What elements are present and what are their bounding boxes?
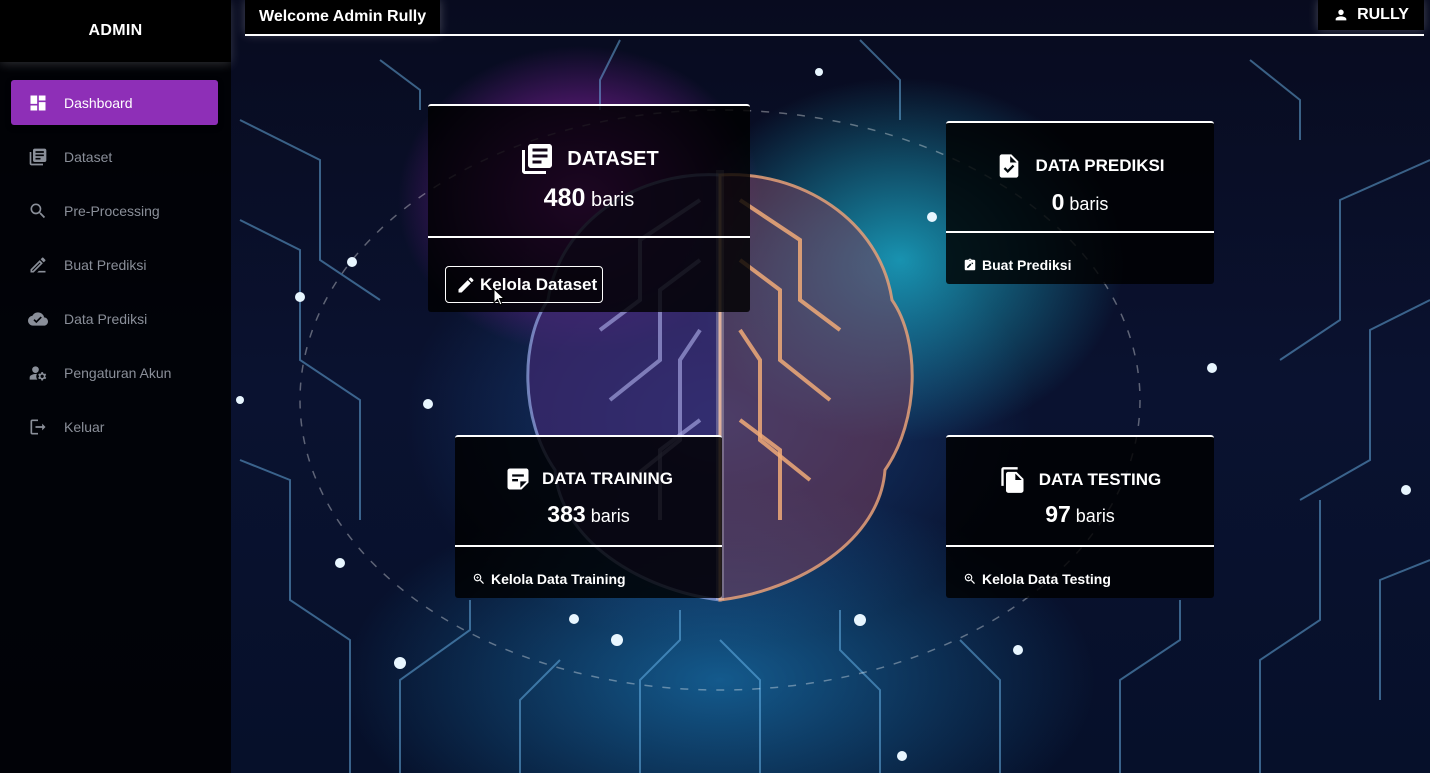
- data-testing-card-count: 97 baris: [946, 501, 1214, 528]
- card-divider: [946, 545, 1214, 547]
- dataset-card-title: DATASET: [567, 147, 659, 170]
- data-training-card-title: DATA TRAINING: [542, 469, 673, 488]
- sidebar-item-keluar[interactable]: Keluar: [11, 404, 218, 449]
- library-books-icon: [522, 144, 553, 174]
- library-books-icon: [29, 148, 47, 165]
- user-menu-button[interactable]: RULLY: [1318, 0, 1424, 30]
- dataset-card: DATASET 480 baris Kelola Dataset: [428, 104, 750, 312]
- data-testing-count-unit: baris: [1075, 506, 1115, 526]
- brand-title: ADMIN: [0, 0, 231, 62]
- data-training-card: DATA TRAINING 383 baris Kelola Data Trai…: [455, 435, 722, 598]
- sidebar: ADMIN Dashboard Dataset Pre-Processing B…: [0, 0, 231, 773]
- zoom-in-icon: [473, 573, 484, 584]
- sidebar-item-pengaturan-akun[interactable]: Pengaturan Akun: [11, 350, 218, 395]
- sidebar-item-buat-prediksi[interactable]: Buat Prediksi: [11, 242, 218, 287]
- data-testing-card-title: DATA TESTING: [1038, 470, 1162, 489]
- sidebar-item-dataset[interactable]: Dataset: [11, 134, 218, 179]
- sidebar-item-label: Dataset: [64, 148, 113, 165]
- kelola-data-training-label: Kelola Data Training: [491, 571, 626, 587]
- edit-pen-icon: [458, 276, 474, 292]
- edit-pen-icon: [30, 257, 46, 272]
- sidebar-item-label: Data Prediksi: [64, 310, 148, 327]
- cloud-done-icon: [28, 311, 48, 326]
- person-icon: [1335, 9, 1347, 21]
- kelola-data-training-link[interactable]: Kelola Data Training: [472, 571, 626, 587]
- header-divider: [245, 34, 1424, 36]
- dashboard-icon: [30, 95, 46, 110]
- zoom-in-icon: [964, 573, 975, 584]
- card-divider: [455, 545, 722, 547]
- dataset-card-count: 480 baris: [428, 184, 750, 213]
- search-icon: [30, 203, 46, 218]
- data-training-count-unit: baris: [590, 506, 630, 526]
- buat-prediksi-label: Buat Prediksi: [982, 257, 1072, 273]
- sidebar-item-label: Keluar: [64, 418, 105, 435]
- sticky-note-icon: [507, 468, 529, 490]
- user-name: RULLY: [1357, 6, 1409, 23]
- logout-icon: [30, 419, 46, 434]
- data-training-count-value: 383: [547, 501, 586, 527]
- sidebar-item-data-prediksi[interactable]: Data Prediksi: [11, 296, 218, 341]
- welcome-message: Welcome Admin Rully: [245, 0, 441, 34]
- data-testing-card: DATA TESTING 97 baris Kelola Data Testin…: [946, 435, 1214, 598]
- mouse-cursor-icon: [493, 288, 505, 306]
- card-divider: [428, 236, 750, 238]
- data-training-card-count: 383 baris: [455, 501, 722, 528]
- data-prediksi-card-title: DATA PREDIKSI: [1035, 156, 1165, 175]
- sidebar-nav: Dashboard Dataset Pre-Processing Buat Pr…: [0, 80, 231, 458]
- data-prediksi-card: DATA PREDIKSI 0 baris Buat Prediksi: [946, 121, 1214, 284]
- dataset-count-unit: baris: [590, 189, 635, 211]
- kelola-dataset-button[interactable]: Kelola Dataset: [445, 266, 603, 303]
- card-divider: [946, 231, 1214, 233]
- buat-prediksi-link[interactable]: Buat Prediksi: [963, 257, 1071, 273]
- sidebar-item-pre-processing[interactable]: Pre-Processing: [11, 188, 218, 233]
- kelola-data-testing-link[interactable]: Kelola Data Testing: [963, 571, 1111, 587]
- sidebar-item-label: Pengaturan Akun: [64, 364, 172, 381]
- data-training-card-header: DATA TRAINING: [455, 465, 722, 493]
- sidebar-item-label: Dashboard: [64, 94, 133, 111]
- data-prediksi-count-value: 0: [1051, 189, 1065, 215]
- sidebar-item-label: Pre-Processing: [64, 202, 160, 219]
- sidebar-item-label: Buat Prediksi: [64, 256, 147, 273]
- sidebar-item-dashboard[interactable]: Dashboard: [11, 80, 218, 125]
- dataset-card-header: DATASET: [428, 141, 750, 177]
- file-copy-icon: [1001, 467, 1024, 493]
- data-prediksi-count-unit: baris: [1069, 194, 1109, 214]
- manage-accounts-icon: [29, 365, 47, 380]
- data-testing-card-header: DATA TESTING: [946, 465, 1214, 495]
- data-testing-count-value: 97: [1045, 501, 1071, 527]
- data-prediksi-card-count: 0 baris: [946, 189, 1214, 216]
- kelola-data-testing-label: Kelola Data Testing: [982, 571, 1111, 587]
- dataset-count-value: 480: [543, 184, 586, 212]
- data-prediksi-card-header: DATA PREDIKSI: [946, 151, 1214, 181]
- file-check-icon: [1000, 154, 1019, 178]
- clipboard-edit-icon: [964, 258, 976, 271]
